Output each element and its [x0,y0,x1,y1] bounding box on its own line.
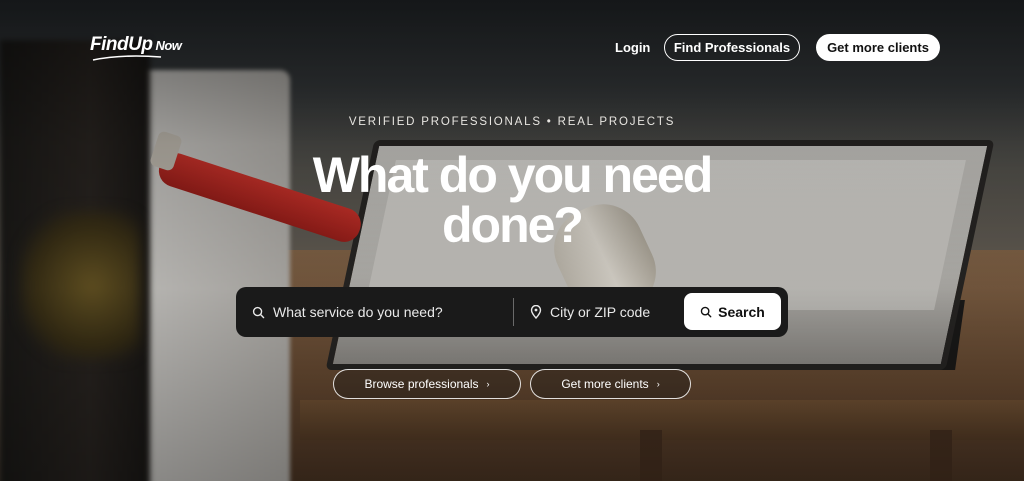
search-button-label: Search [718,303,765,320]
get-more-clients-secondary-button[interactable]: Get more clients › [530,369,691,399]
search-button[interactable]: Search [684,293,781,330]
get-more-clients-label: Get more clients [827,40,929,55]
map-pin-icon [530,305,542,319]
login-link[interactable]: Login [615,40,650,55]
find-professionals-button[interactable]: Find Professionals [664,34,800,61]
search-divider [513,298,514,326]
search-bar: What service do you need? City or ZIP co… [236,287,788,337]
search-icon [252,306,265,319]
browse-professionals-label: Browse professionals [364,377,479,391]
brand-logo[interactable]: FindUp Now [90,34,182,61]
location-input[interactable]: City or ZIP code [530,287,680,337]
search-icon [700,306,712,318]
browse-professionals-button[interactable]: Browse professionals › [333,369,521,399]
chevron-right-icon: › [656,379,660,389]
service-search-placeholder: What service do you need? [273,304,443,320]
site-header: FindUp Now Login Find Professionals Get … [0,0,1024,95]
logo-suffix: Now [155,38,182,53]
hero-eyebrow: VERIFIED PROFESSIONALS • REAL PROJECTS [348,116,676,128]
chevron-right-icon: › [486,379,490,389]
find-professionals-label: Find Professionals [673,40,791,55]
get-more-clients-button[interactable]: Get more clients [816,34,940,61]
service-search-input[interactable]: What service do you need? [252,287,502,337]
logo-wordmark: FindUp [90,34,153,55]
get-more-clients-secondary-label: Get more clients [561,377,649,391]
logo-swoosh-icon [92,55,162,61]
location-placeholder: City or ZIP code [550,304,651,320]
hero-headline: What do you need done? [312,147,714,253]
